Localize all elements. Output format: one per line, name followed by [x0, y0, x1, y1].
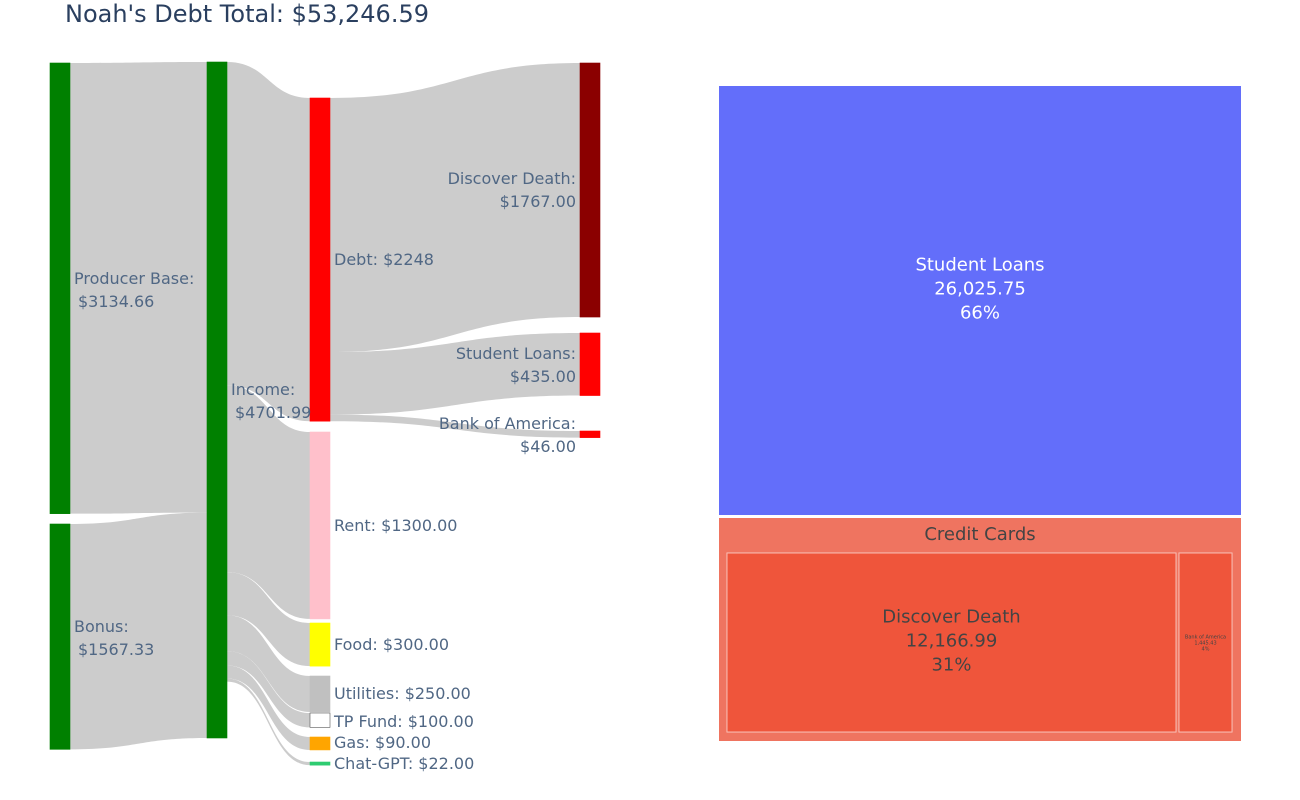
sankey-label-tp_fund: TP Fund: $100.00 [333, 712, 474, 731]
sankey-label-utilities: Utilities: $250.00 [334, 684, 471, 703]
sankey-node-bonus[interactable] [49, 523, 71, 750]
sankey-node-debt[interactable] [309, 97, 331, 422]
sankey-link-income-debt [227, 62, 310, 422]
sankey-label-food: Food: $300.00 [334, 635, 449, 654]
chart-canvas: Producer Base: $3134.66Bonus: $1567.33Inco… [49, 61, 1241, 773]
treemap-tile-student-loans[interactable] [719, 86, 1241, 515]
sankey-node-food[interactable] [309, 622, 331, 667]
sankey-node-gas[interactable] [309, 736, 331, 751]
sankey-node-rent[interactable] [309, 431, 331, 620]
treemap-label-credit-cards: Credit Cards [924, 524, 1035, 545]
sankey-node-student[interactable] [579, 332, 601, 396]
sankey-node-producer_base[interactable] [49, 62, 71, 514]
sankey-diagram: Producer Base: $3134.66Bonus: $1567.33Inco… [49, 61, 601, 773]
sankey-node-tp_fund[interactable] [309, 712, 331, 728]
sankey-label-debt: Debt: $2248 [334, 250, 434, 269]
sankey-node-income[interactable] [206, 61, 228, 739]
treemap: Student Loans 26,025.75 66%Credit CardsDis… [719, 86, 1241, 741]
sankey-node-boa[interactable] [579, 430, 601, 438]
sankey-label-gas: Gas: $90.00 [334, 733, 431, 752]
sankey-node-chatgpt[interactable] [309, 761, 331, 766]
sankey-label-chatgpt: Chat-GPT: $22.00 [334, 754, 474, 773]
sankey-label-rent: Rent: $1300.00 [334, 516, 457, 535]
sankey-node-discover[interactable] [579, 62, 601, 318]
sankey-node-utilities[interactable] [309, 675, 331, 713]
